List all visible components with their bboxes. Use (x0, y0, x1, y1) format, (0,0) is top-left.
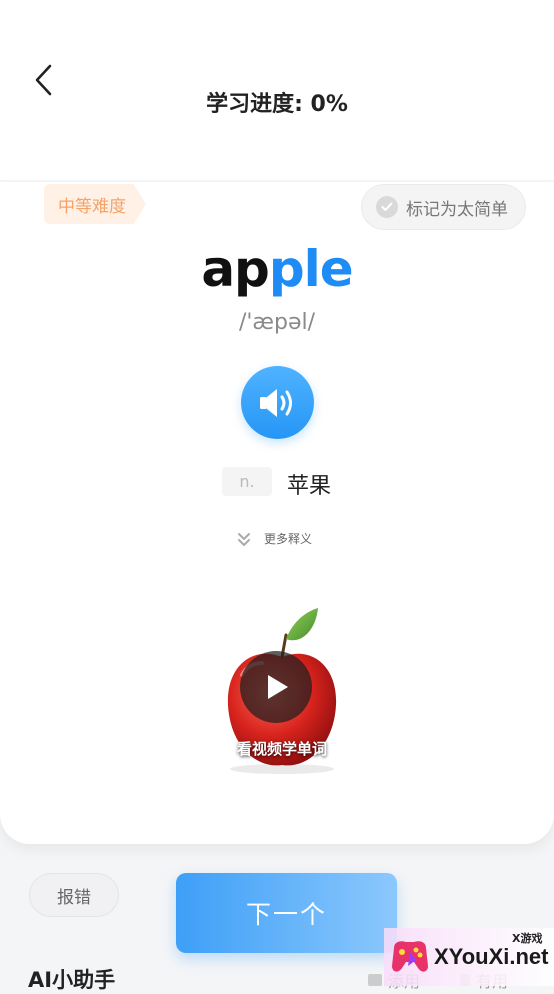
video-caption: 看视频学单词 (236, 740, 327, 758)
check-icon (376, 196, 398, 218)
mark-too-easy-button[interactable]: 标记为太简单 (361, 184, 526, 230)
site-watermark: X游戏 XYouXi.net (384, 928, 554, 986)
top-bar: 学习进度: 0% (0, 0, 554, 180)
next-word-button[interactable]: 下一个 (176, 873, 397, 953)
page-title: 学习进度: 0% (206, 92, 348, 117)
part-of-speech-tag: n. (222, 467, 272, 496)
watermark-text: XYouXi.net (434, 944, 549, 969)
ai-assistant-label: AI小助手 (28, 968, 116, 992)
mark-too-easy-label: 标记为太简单 (406, 199, 508, 220)
difficulty-badge: 中等难度 (44, 184, 146, 224)
phonetic-transcription: /'æpəl/ (238, 310, 316, 335)
word-meaning: 苹果 (287, 474, 332, 499)
word-part-plain: ap (201, 240, 270, 298)
pronunciation-button[interactable] (241, 366, 314, 439)
double-chevron-down-icon (238, 532, 250, 546)
vocabulary-word: apple (0, 240, 554, 298)
word-part-highlight: ple (268, 240, 354, 298)
speaker-icon (259, 388, 292, 417)
video-thumbnail[interactable]: 看视频学单词 (212, 605, 352, 775)
tool-1-icon (368, 974, 382, 986)
more-definitions-toggle[interactable]: 更多释义 (236, 530, 312, 547)
more-definitions-label: 更多释义 (264, 532, 313, 546)
gamepad-logo-icon (392, 941, 428, 972)
report-error-button[interactable]: 报错 (29, 873, 119, 917)
